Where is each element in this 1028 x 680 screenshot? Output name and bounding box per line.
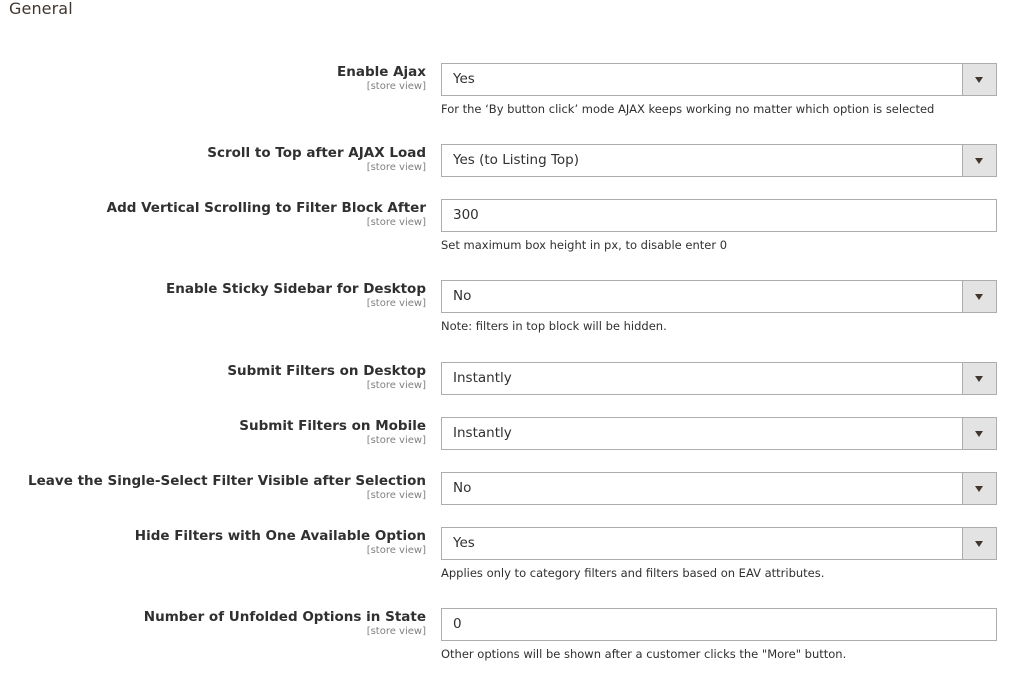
sticky-sidebar-select[interactable]: No bbox=[441, 280, 997, 313]
field-label: Add Vertical Scrolling to Filter Block A… bbox=[106, 200, 426, 216]
field-scope: [store view] bbox=[366, 81, 426, 92]
select-value: Yes bbox=[453, 535, 475, 551]
field-note: Other options will be shown after a cust… bbox=[441, 647, 847, 661]
caret-down-icon bbox=[975, 294, 983, 300]
field-note: For the ‘By button click’ mode AJAX keep… bbox=[441, 102, 935, 116]
field-label: Submit Filters on Desktop bbox=[227, 363, 426, 379]
select-toggle[interactable] bbox=[962, 64, 996, 95]
field-label: Enable Ajax bbox=[337, 64, 426, 80]
select-value: Instantly bbox=[453, 425, 512, 441]
field-label: Submit Filters on Mobile bbox=[239, 418, 426, 434]
caret-down-icon bbox=[975, 376, 983, 382]
caret-down-icon bbox=[975, 158, 983, 164]
select-toggle[interactable] bbox=[962, 281, 996, 312]
field-scope: [store view] bbox=[366, 162, 426, 173]
select-toggle[interactable] bbox=[962, 418, 996, 449]
field-scope: [store view] bbox=[366, 435, 426, 446]
field-note: Note: filters in top block will be hidde… bbox=[441, 319, 667, 333]
field-scope: [store view] bbox=[366, 217, 426, 228]
select-value: Yes bbox=[453, 71, 475, 87]
input-value: 0 bbox=[453, 616, 462, 632]
field-label: Scroll to Top after AJAX Load bbox=[207, 145, 426, 161]
field-note: Set maximum box height in px, to disable… bbox=[441, 238, 728, 252]
field-label: Hide Filters with One Available Option bbox=[134, 528, 426, 544]
select-value: Instantly bbox=[453, 370, 512, 386]
select-toggle[interactable] bbox=[962, 473, 996, 504]
caret-down-icon bbox=[975, 541, 983, 547]
enable-ajax-select[interactable]: Yes bbox=[441, 63, 997, 96]
field-scope: [store view] bbox=[366, 626, 426, 637]
field-scope: [store view] bbox=[366, 490, 426, 501]
leave-single-select-select[interactable]: No bbox=[441, 472, 997, 505]
select-toggle[interactable] bbox=[962, 363, 996, 394]
select-value: No bbox=[453, 480, 472, 496]
unfolded-options-input[interactable]: 0 bbox=[441, 608, 997, 641]
field-label: Number of Unfolded Options in State bbox=[143, 609, 426, 625]
select-toggle[interactable] bbox=[962, 528, 996, 559]
section-title: General bbox=[9, 0, 73, 18]
select-value: Yes (to Listing Top) bbox=[453, 152, 580, 168]
scroll-to-top-select[interactable]: Yes (to Listing Top) bbox=[441, 144, 997, 177]
select-value: No bbox=[453, 288, 472, 304]
field-label: Enable Sticky Sidebar for Desktop bbox=[166, 281, 426, 297]
field-label: Leave the Single-Select Filter Visible a… bbox=[28, 473, 426, 489]
submit-filters-mobile-select[interactable]: Instantly bbox=[441, 417, 997, 450]
field-scope: [store view] bbox=[366, 380, 426, 391]
field-scope: [store view] bbox=[366, 545, 426, 556]
caret-down-icon bbox=[975, 431, 983, 437]
input-value: 300 bbox=[453, 207, 479, 223]
caret-down-icon bbox=[975, 77, 983, 83]
select-toggle[interactable] bbox=[962, 145, 996, 176]
caret-down-icon bbox=[975, 486, 983, 492]
field-scope: [store view] bbox=[366, 298, 426, 309]
hide-filters-select[interactable]: Yes bbox=[441, 527, 997, 560]
field-note: Applies only to category filters and fil… bbox=[441, 566, 825, 580]
submit-filters-desktop-select[interactable]: Instantly bbox=[441, 362, 997, 395]
vertical-scrolling-input[interactable]: 300 bbox=[441, 199, 997, 232]
